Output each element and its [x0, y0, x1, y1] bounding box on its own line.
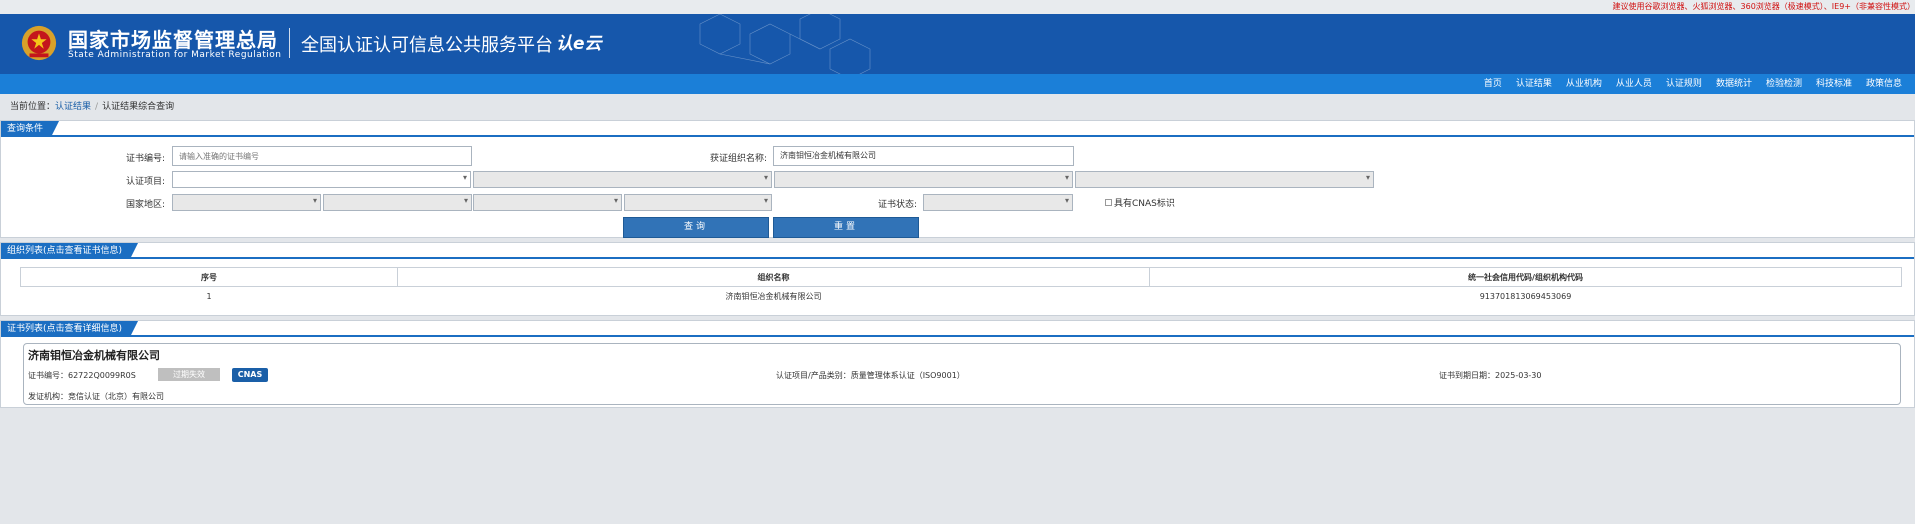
- cert-item-label: 认证项目:: [125, 177, 165, 187]
- browser-tip: 建议使用谷歌浏览器、火狐浏览器、360浏览器（极速模式）、IE9+（非兼容性模式…: [1612, 2, 1915, 11]
- cert-no-label: 证书编号:: [125, 154, 165, 164]
- agency-name-en: State Administration for Market Regulati…: [68, 50, 282, 60]
- cert-list-panel-tab: 证书列表(点击查看详细信息): [1, 321, 1914, 337]
- region-select-2[interactable]: [323, 194, 472, 211]
- header-divider: [289, 28, 290, 58]
- cert-project: 认证项目/产品类别：质量管理体系认证（ISO9001）: [776, 371, 965, 380]
- breadcrumb-separator: /: [95, 102, 99, 112]
- row-org-name[interactable]: 济南钼恒冶金机械有限公司: [398, 287, 1150, 306]
- nav-personnel[interactable]: 从业人员: [1609, 74, 1659, 94]
- breadcrumb-prefix: 当前位置：: [10, 102, 56, 112]
- cert-item-select-2[interactable]: [473, 171, 772, 188]
- org-list-panel-tab: 组织列表(点击查看证书信息): [1, 243, 1914, 259]
- col-org-name-header: 组织名称: [397, 267, 1150, 287]
- cert-item-select-1[interactable]: [172, 171, 471, 188]
- breadcrumb: 当前位置：认证结果 / 认证结果综合查询: [0, 94, 1915, 120]
- search-button[interactable]: 查询: [623, 217, 769, 238]
- browser-tip-bar: 建议使用谷歌浏览器、火狐浏览器、360浏览器（极速模式）、IE9+（非兼容性模式…: [0, 0, 1915, 14]
- nav-policy[interactable]: 政策信息: [1859, 74, 1909, 94]
- nav-cert-results[interactable]: 认证结果: [1509, 74, 1559, 94]
- region-select-1[interactable]: [172, 194, 321, 211]
- region-select-4[interactable]: [624, 194, 772, 211]
- nav-institutions[interactable]: 从业机构: [1559, 74, 1609, 94]
- site-header: 国家市场监督管理总局 State Administration for Mark…: [0, 14, 1915, 74]
- status-badge: 过期失效: [158, 368, 220, 381]
- org-name-label: 获证组织名称:: [709, 154, 767, 164]
- breadcrumb-link[interactable]: 认证结果: [55, 102, 91, 112]
- cert-card[interactable]: 济南钼恒冶金机械有限公司 证书编号：62722Q0099R0S 过期失效 CNA…: [23, 343, 1901, 405]
- region-select-3[interactable]: [473, 194, 622, 211]
- cert-item-select-4[interactable]: [1075, 171, 1374, 188]
- cert-issuer: 发证机构：竞信认证（北京）有限公司: [28, 392, 164, 401]
- cert-expiry: 证书到期日期：2025-03-30: [1439, 371, 1542, 380]
- query-panel: 查询条件 证书编号: 获证组织名称: 济南钼恒冶金机械有限公司 认证项目: 国家…: [0, 120, 1915, 238]
- cert-status-select[interactable]: [923, 194, 1073, 211]
- cert-no-input[interactable]: [172, 146, 472, 166]
- query-panel-tab: 查询条件: [1, 121, 1914, 137]
- cert-status-label: 证书状态:: [877, 200, 917, 210]
- national-emblem-icon: [21, 25, 57, 61]
- org-list-panel: 组织列表(点击查看证书信息) 序号 组织名称 统一社会信用代码/组织机构代码 1…: [0, 242, 1915, 316]
- cnas-checkbox[interactable]: 具有CNAS标识: [1105, 196, 1175, 209]
- header-pattern-icon: [699, 14, 871, 74]
- org-name-input[interactable]: 济南钼恒冶金机械有限公司: [773, 146, 1074, 166]
- table-row[interactable]: 1 济南钼恒冶金机械有限公司 91370181306945306​9: [21, 287, 1902, 306]
- nav-standards[interactable]: 科技标准: [1809, 74, 1859, 94]
- nav-home[interactable]: 首页: [1477, 74, 1509, 94]
- col-credit-code-header: 统一社会信用代码/组织机构代码: [1149, 267, 1902, 287]
- cnas-badge: CNAS: [232, 368, 268, 382]
- region-label: 国家地区:: [125, 200, 165, 210]
- col-index-header: 序号: [20, 267, 398, 287]
- cert-item-select-3[interactable]: [774, 171, 1073, 188]
- nav-cert-rules[interactable]: 认证规则: [1659, 74, 1709, 94]
- renyiyun-logo: 认e云: [556, 34, 602, 54]
- row-index: 1: [206, 291, 212, 301]
- cert-list-panel: 证书列表(点击查看详细信息) 济南钼恒冶金机械有限公司 证书编号：62722Q0…: [0, 320, 1915, 408]
- cert-org-name[interactable]: 济南钼恒冶金机械有限公司: [28, 347, 160, 363]
- reset-button[interactable]: 重置: [773, 217, 919, 238]
- nav-testing[interactable]: 检验检测: [1759, 74, 1809, 94]
- checkbox-icon[interactable]: [1105, 199, 1112, 206]
- nav-statistics[interactable]: 数据统计: [1709, 74, 1759, 94]
- main-nav: 首页 认证结果 从业机构 从业人员 认证规则 数据统计 检验检测 科技标准 政策…: [0, 74, 1915, 94]
- org-table: 序号 组织名称 统一社会信用代码/组织机构代码 1 济南钼恒冶金机械有限公司 9…: [20, 267, 1902, 306]
- cnas-checkbox-label: 具有CNAS标识: [1114, 199, 1175, 209]
- breadcrumb-current: 认证结果综合查询: [102, 102, 175, 112]
- cert-number: 证书编号：62722Q0099R0S: [28, 371, 136, 380]
- platform-title: 全国认证认可信息公共服务平台: [301, 35, 553, 56]
- agency-name-cn: 国家市场监督管理总局: [68, 28, 278, 52]
- row-credit-code: 91370181306945306​9: [1479, 291, 1572, 301]
